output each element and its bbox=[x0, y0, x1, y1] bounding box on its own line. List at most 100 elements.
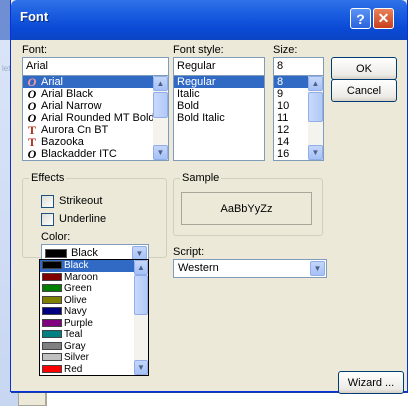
font-style-list[interactable]: Regular Italic Bold Bold Italic bbox=[173, 75, 265, 161]
font-list-item-label: Bazooka bbox=[41, 136, 84, 148]
font-list-scrollbar[interactable]: ▲ ▼ bbox=[153, 76, 168, 160]
font-list-item-label: Arial bbox=[41, 76, 64, 88]
color-option[interactable]: Maroon bbox=[40, 272, 134, 284]
size-list-scrollbar[interactable]: ▲ ▼ bbox=[308, 76, 323, 160]
font-list-item[interactable]: O Arial bbox=[23, 76, 168, 88]
font-list-item-label: Arial Narrow bbox=[41, 100, 102, 112]
color-option[interactable]: Gray bbox=[40, 341, 134, 353]
truetype-font-icon: T bbox=[27, 124, 36, 136]
dialog-title: Font bbox=[20, 9, 49, 24]
color-option[interactable]: Navy bbox=[40, 306, 134, 318]
color-option-swatch bbox=[42, 318, 62, 327]
font-list-item-label: Arial Black bbox=[41, 88, 93, 100]
scroll-thumb[interactable] bbox=[308, 92, 323, 122]
color-option-label: Gray bbox=[64, 340, 86, 352]
scroll-up-icon[interactable]: ▲ bbox=[308, 76, 323, 91]
color-option-label: Olive bbox=[64, 294, 87, 306]
script-label: Script: bbox=[173, 246, 205, 258]
font-list-item-label: Arial Rounded MT Bold bbox=[41, 112, 155, 124]
script-select-value: Western bbox=[178, 262, 219, 274]
font-style-input[interactable]: Regular bbox=[173, 57, 265, 76]
color-option-label: Red bbox=[64, 363, 83, 375]
sample-preview: AaBbYyZz bbox=[181, 192, 312, 225]
ok-button[interactable]: OK bbox=[331, 57, 397, 80]
font-name-input[interactable]: Arial bbox=[22, 57, 169, 76]
color-label: Color: bbox=[41, 231, 71, 243]
truetype-font-icon: T bbox=[27, 136, 36, 148]
color-option-label: Purple bbox=[64, 317, 93, 329]
color-option-swatch bbox=[42, 364, 62, 373]
color-option[interactable]: Teal bbox=[40, 329, 134, 341]
scroll-thumb[interactable] bbox=[134, 275, 148, 315]
color-option-label: Teal bbox=[64, 329, 83, 340]
opentype-font-icon: O bbox=[27, 100, 37, 112]
color-option[interactable]: Silver bbox=[40, 352, 134, 364]
color-swatch bbox=[45, 249, 67, 258]
font-list-item[interactable]: O Blackadder ITC bbox=[23, 148, 168, 160]
font-list-item[interactable]: O Arial Black bbox=[23, 88, 168, 100]
color-option-swatch bbox=[42, 284, 62, 292]
color-list-scrollbar[interactable]: ▲ ▼ bbox=[134, 260, 148, 375]
color-option[interactable]: Green bbox=[40, 283, 134, 295]
size-label: Size: bbox=[273, 44, 298, 56]
color-dropdown-list[interactable]: Black Maroon Green Olive Navy Purple Teal Gray S… bbox=[39, 259, 149, 376]
script-select[interactable]: Western ▼ bbox=[173, 259, 327, 278]
color-option-swatch bbox=[42, 261, 62, 269]
color-option-swatch bbox=[42, 295, 62, 304]
strikeout-checkbox[interactable] bbox=[41, 195, 54, 208]
color-option-label: Green bbox=[64, 283, 92, 294]
cancel-button[interactable]: Cancel bbox=[331, 79, 397, 102]
scroll-up-icon[interactable]: ▲ bbox=[153, 76, 168, 91]
opentype-font-icon: O bbox=[27, 112, 37, 124]
font-list-item[interactable]: T Bazooka bbox=[23, 136, 168, 148]
color-option-label: Navy bbox=[64, 306, 87, 317]
close-button[interactable]: ✕ bbox=[373, 8, 394, 29]
font-list-item-label: Aurora Cn BT bbox=[41, 124, 109, 136]
color-option-swatch bbox=[42, 341, 62, 350]
font-style-item[interactable]: Bold bbox=[174, 100, 264, 112]
font-list[interactable]: O Arial O Arial Black O Arial Narrow O Arial Ro… bbox=[22, 75, 169, 161]
size-list[interactable]: 8 9 10 11 12 14 16 ▲ ▼ bbox=[273, 75, 324, 161]
font-style-item[interactable]: Italic bbox=[174, 88, 264, 100]
scroll-down-icon[interactable]: ▼ bbox=[308, 145, 323, 160]
sample-label: Sample bbox=[180, 172, 222, 184]
sample-text: AaBbYyZz bbox=[220, 202, 273, 215]
font-style-item[interactable]: Bold Italic bbox=[174, 112, 264, 124]
scroll-up-icon[interactable]: ▲ bbox=[134, 260, 148, 275]
dialog-titlebar[interactable]: Font ? ✕ bbox=[11, 0, 407, 40]
font-list-item[interactable]: T Aurora Cn BT bbox=[23, 124, 168, 136]
color-option-label: Black bbox=[64, 260, 89, 271]
color-option-swatch bbox=[42, 307, 62, 315]
color-option[interactable]: Purple bbox=[40, 318, 134, 330]
opentype-font-icon: O bbox=[27, 88, 37, 100]
scroll-down-icon[interactable]: ▼ bbox=[153, 145, 168, 160]
help-button[interactable]: ? bbox=[350, 8, 371, 29]
wizard-button[interactable]: Wizard ... bbox=[338, 371, 404, 394]
font-list-item[interactable]: O Arial Rounded MT Bold bbox=[23, 112, 168, 124]
color-option[interactable]: Black bbox=[40, 260, 134, 272]
font-style-label: Font style: bbox=[173, 44, 224, 56]
color-option-label: Silver bbox=[64, 352, 90, 363]
color-option[interactable]: Red bbox=[40, 364, 134, 376]
color-option-label: Maroon bbox=[64, 271, 98, 283]
effects-label: Effects bbox=[29, 172, 67, 184]
color-option-swatch bbox=[42, 272, 62, 281]
font-list-item-label: Blackadder ITC bbox=[41, 148, 117, 160]
font-label: Font: bbox=[22, 44, 48, 56]
opentype-font-icon: O bbox=[27, 76, 37, 88]
close-icon: ✕ bbox=[377, 10, 390, 26]
opentype-font-icon: O bbox=[27, 148, 37, 160]
help-icon: ? bbox=[356, 10, 365, 27]
strikeout-label: Strikeout bbox=[59, 195, 103, 207]
color-option[interactable]: Olive bbox=[40, 295, 134, 307]
underline-label: Underline bbox=[59, 213, 107, 225]
font-list-item[interactable]: O Arial Narrow bbox=[23, 100, 168, 112]
size-input[interactable]: 8 bbox=[273, 57, 324, 76]
color-option-swatch bbox=[42, 330, 62, 338]
scroll-thumb[interactable] bbox=[153, 92, 168, 118]
scroll-down-icon[interactable]: ▼ bbox=[134, 360, 148, 375]
chevron-down-icon[interactable]: ▼ bbox=[310, 261, 325, 276]
color-option-swatch bbox=[42, 353, 62, 361]
font-style-item[interactable]: Regular bbox=[174, 76, 264, 88]
underline-checkbox[interactable] bbox=[41, 213, 54, 226]
